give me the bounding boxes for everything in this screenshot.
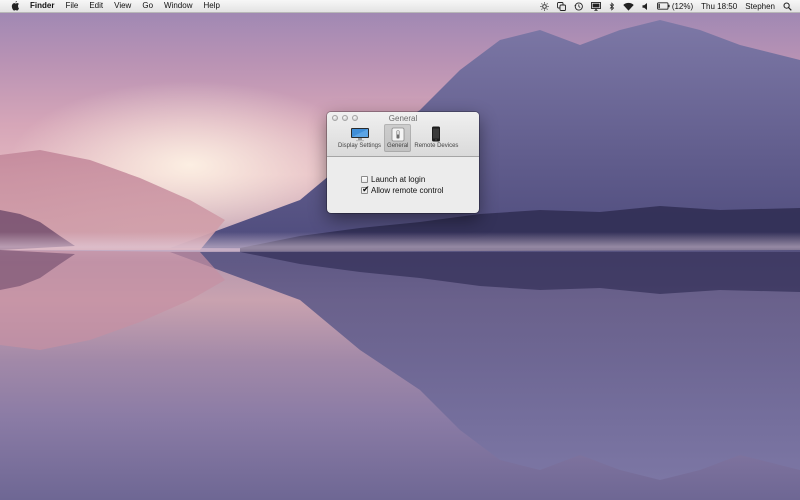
preferences-toolbar: Display Settings General Remote Devices [335,124,461,152]
status-area: (12%) Thu 18:50 Stephen [532,0,792,12]
launch-at-login-checkbox[interactable] [361,176,368,183]
wifi-icon[interactable] [623,2,634,11]
time-machine-icon[interactable] [574,1,583,11]
menu-window[interactable]: Window [164,0,192,12]
battery-percentage: (12%) [671,1,694,11]
battery-status[interactable]: (12%) [656,1,694,11]
desktop: Finder File Edit View Go Window Help (12… [0,0,800,500]
bluetooth-icon[interactable] [609,1,615,11]
menu-view[interactable]: View [114,0,131,12]
menu-file[interactable]: File [65,0,78,12]
launch-at-login-label: Launch at login [371,175,426,184]
volume-icon[interactable] [642,2,649,11]
tab-remote-devices[interactable]: Remote Devices [411,124,461,152]
wallpaper [0,20,800,480]
brightness-icon[interactable] [540,1,549,11]
menu-help[interactable]: Help [203,0,219,12]
general-pane: Launch at login ✔ Allow remote control [327,157,479,213]
phone-icon [431,126,441,142]
apple-logo-icon[interactable] [10,1,20,11]
tab-display-settings[interactable]: Display Settings [335,124,384,152]
allow-remote-control-option[interactable]: ✔ Allow remote control [361,184,444,195]
spotlight-search-icon[interactable] [783,2,792,11]
user-name[interactable]: Stephen [745,2,775,11]
tab-display-settings-label: Display Settings [338,143,382,149]
menu-app-name[interactable]: Finder [30,0,54,12]
tab-general-label: General [387,143,409,149]
display-mirror-icon[interactable] [556,1,566,11]
allow-remote-control-checkbox[interactable]: ✔ [361,184,370,194]
tab-general[interactable]: General [384,124,412,152]
window-titlebar[interactable]: General Display Settings General Remote … [327,112,479,157]
clock[interactable]: Thu 18:50 [701,2,737,11]
tab-remote-devices-label: Remote Devices [414,143,459,149]
airplay-display-icon[interactable] [590,1,601,11]
general-switch-icon [391,126,405,142]
launch-at-login-option[interactable]: Launch at login [361,175,425,184]
window-title: General [388,114,418,123]
battery-icon [656,2,670,10]
allow-remote-control-label: Allow remote control [371,186,444,195]
menu-bar: Finder File Edit View Go Window Help (12… [0,0,800,13]
monitor-icon [350,126,370,142]
preferences-window: General Display Settings General Remote … [327,112,479,213]
menu-edit[interactable]: Edit [89,0,103,12]
menu-go[interactable]: Go [142,0,153,12]
checkmark-icon: ✔ [362,184,370,194]
